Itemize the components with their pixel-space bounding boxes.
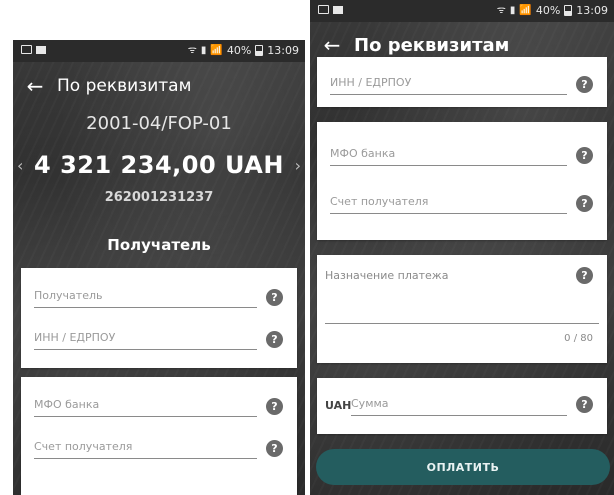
- character-counter: 0 / 80: [564, 333, 593, 344]
- balance-amount: 4 321 234,00 UAH: [34, 151, 284, 179]
- mfo-input[interactable]: МФО банка: [34, 395, 257, 417]
- wifi-icon: ᯤ: [496, 4, 506, 16]
- page-title: По реквизитам: [354, 34, 510, 56]
- battery-percent: 40%: [535, 4, 561, 17]
- image-icon: [21, 45, 32, 54]
- inn-field: ИНН / ЕДРПОУ ?: [317, 63, 607, 103]
- account-number: 262001231237: [104, 190, 214, 205]
- help-icon[interactable]: ?: [266, 440, 283, 457]
- purpose-underline: [325, 323, 599, 324]
- notification-box-icon: [36, 46, 46, 54]
- back-arrow-icon[interactable]: ←: [13, 74, 57, 98]
- chevron-left-icon[interactable]: ‹: [17, 156, 23, 175]
- sim-icon: ▮: [509, 4, 516, 16]
- notification-box-icon: [333, 6, 343, 14]
- status-left: [21, 45, 46, 54]
- pay-button[interactable]: ОПЛАТИТЬ: [316, 449, 610, 485]
- inn-card: ИНН / ЕДРПОУ ?: [317, 57, 607, 107]
- help-icon[interactable]: ?: [576, 195, 593, 212]
- status-time: 13:09: [267, 44, 299, 57]
- currency-label: UAH: [325, 399, 352, 412]
- purpose-field[interactable]: Назначение платежа: [325, 269, 448, 282]
- battery-icon: [564, 5, 573, 16]
- account-field: Счет получателя ?: [317, 182, 607, 222]
- page-title: По реквизитам: [57, 76, 192, 96]
- mfo-input[interactable]: МФО банка: [330, 144, 567, 166]
- status-right: ᯤ ▮ 📶 40% 13:09: [188, 44, 299, 57]
- signal-icon: 📶: [210, 44, 223, 56]
- recipient-field: Получатель ?: [21, 276, 297, 316]
- app-bar: ← По реквизитам: [13, 62, 305, 110]
- account-field: Счет получателя ?: [21, 427, 297, 467]
- chevron-right-icon[interactable]: ›: [295, 156, 301, 175]
- recipient-account-input[interactable]: Счет получателя: [34, 437, 257, 459]
- recipient-account-input[interactable]: Счет получателя: [330, 192, 567, 214]
- inn-field: ИНН / ЕДРПОУ ?: [21, 318, 297, 358]
- status-time: 13:09: [576, 4, 608, 17]
- status-bar: ᯤ ▮ 📶 40% 13:09: [310, 0, 614, 22]
- left-screen: ᯤ ▮ 📶 40% 13:09 ← По реквизитам 2001-04/…: [13, 40, 305, 495]
- account-code: 2001-04/FOP-01: [86, 113, 232, 134]
- help-icon[interactable]: ?: [576, 267, 593, 284]
- amount-card: UAH Сумма ?: [317, 378, 607, 434]
- mfo-field: МФО банка ?: [21, 385, 297, 425]
- purpose-card: Назначение платежа ? 0 / 80: [317, 255, 607, 363]
- balance-row: ‹ 4 321 234,00 UAH ›: [13, 147, 305, 183]
- help-icon[interactable]: ?: [576, 76, 593, 93]
- recipient-card: Получатель ? ИНН / ЕДРПОУ ?: [21, 268, 297, 368]
- status-left: [318, 5, 343, 14]
- status-bar: ᯤ ▮ 📶 40% 13:09: [13, 40, 305, 62]
- status-right: ᯤ ▮ 📶 40% 13:09: [497, 4, 608, 17]
- bank-card: МФО банка ? Счет получателя ?: [21, 377, 297, 495]
- inn-input[interactable]: ИНН / ЕДРПОУ: [34, 328, 257, 350]
- battery-icon: [255, 45, 264, 56]
- recipient-heading: Получатель: [107, 236, 211, 254]
- battery-percent: 40%: [226, 44, 252, 57]
- sim-icon: ▮: [200, 44, 207, 56]
- help-icon[interactable]: ?: [266, 331, 283, 348]
- amount-input[interactable]: Сумма: [351, 394, 567, 416]
- help-icon[interactable]: ?: [576, 396, 593, 413]
- right-screen: ᯤ ▮ 📶 40% 13:09 ← По реквизитам ИНН / ЕД…: [310, 0, 614, 495]
- wifi-icon: ᯤ: [187, 44, 197, 56]
- help-icon[interactable]: ?: [266, 289, 283, 306]
- help-icon[interactable]: ?: [576, 147, 593, 164]
- image-icon: [318, 5, 329, 14]
- back-arrow-icon[interactable]: ←: [310, 33, 354, 57]
- recipient-input[interactable]: Получатель: [34, 286, 257, 308]
- help-icon[interactable]: ?: [266, 398, 283, 415]
- signal-icon: 📶: [519, 4, 532, 16]
- mfo-field: МФО банка ?: [317, 134, 607, 174]
- inn-input[interactable]: ИНН / ЕДРПОУ: [330, 73, 567, 95]
- bank-card: МФО банка ? Счет получателя ?: [317, 122, 607, 240]
